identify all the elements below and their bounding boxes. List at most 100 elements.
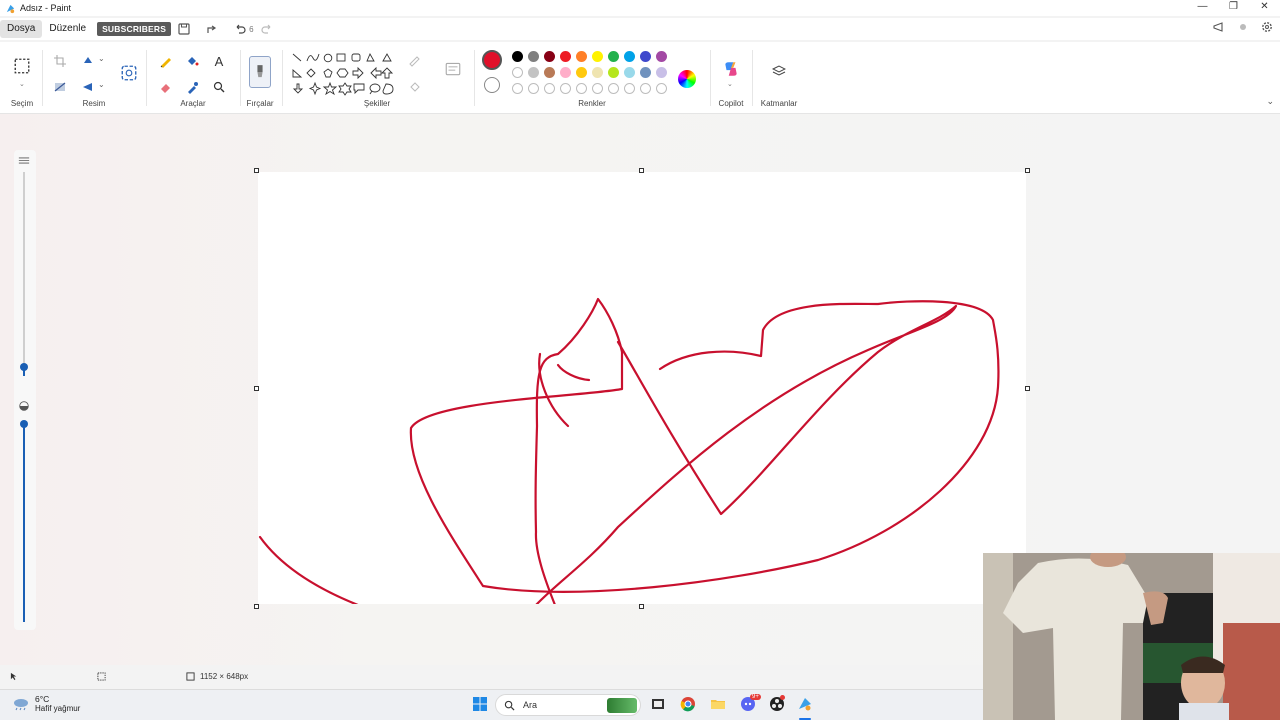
color-swatch[interactable]	[640, 67, 651, 78]
color-swatch[interactable]	[576, 51, 587, 62]
resize-handle-top-right[interactable]	[1025, 168, 1030, 173]
shape-outline-tool[interactable]	[406, 52, 424, 70]
minimize-button[interactable]: —	[1187, 0, 1218, 16]
opacity-slider-thumb[interactable]	[20, 420, 28, 428]
color-swatch[interactable]	[592, 51, 603, 62]
window-title: Adsız - Paint	[20, 3, 72, 13]
size-slider-thumb[interactable]	[20, 363, 28, 371]
resize-tool[interactable]	[51, 78, 69, 96]
primary-color-swatch[interactable]	[482, 50, 502, 70]
image-group: ⌄ ⌄ Resim	[46, 48, 142, 112]
weather-desc: Hafif yağmur	[35, 704, 81, 713]
color-swatch[interactable]	[560, 51, 571, 62]
color-swatch[interactable]	[512, 67, 523, 78]
menu-bar: Dosya Düzenle SUBSCRIBERS 6	[0, 18, 1280, 40]
paint-app-icon	[6, 4, 15, 13]
shape-fill-tool[interactable]	[406, 78, 424, 96]
account-icon[interactable]	[1236, 20, 1250, 34]
custom-color-slot[interactable]	[592, 83, 603, 94]
drawing-canvas[interactable]	[258, 172, 1026, 604]
custom-color-slot[interactable]	[608, 83, 619, 94]
resize-handle-top[interactable]	[639, 168, 644, 173]
size-slider-track[interactable]	[23, 172, 25, 368]
color-swatch[interactable]	[640, 51, 651, 62]
file-explorer-icon[interactable]	[710, 696, 726, 712]
weather-widget[interactable]: 6°C Hafif yağmur	[12, 694, 80, 713]
color-swatch[interactable]	[656, 67, 667, 78]
magnifier-tool[interactable]	[210, 78, 228, 96]
custom-color-slot[interactable]	[624, 83, 635, 94]
layers-group: Katmanlar	[756, 48, 802, 112]
custom-color-slot[interactable]	[656, 83, 667, 94]
resize-handle-left[interactable]	[254, 386, 259, 391]
custom-color-slot[interactable]	[640, 83, 651, 94]
custom-color-slot[interactable]	[576, 83, 587, 94]
windows-start-icon[interactable]	[472, 696, 488, 712]
color-swatch[interactable]	[608, 67, 619, 78]
chrome-icon[interactable]	[680, 696, 696, 712]
resize-handle-bottom[interactable]	[639, 604, 644, 609]
color-swatch[interactable]	[544, 67, 555, 78]
chevron-down-icon[interactable]: ⌄	[98, 54, 105, 63]
pencil-tool[interactable]	[157, 52, 175, 70]
opacity-slider-track[interactable]	[23, 424, 25, 622]
chevron-down-icon[interactable]: ⌄	[98, 80, 105, 89]
color-swatch[interactable]	[656, 51, 667, 62]
flip-tool[interactable]	[79, 78, 97, 96]
color-swatch[interactable]	[528, 51, 539, 62]
select-tool[interactable]	[12, 56, 32, 76]
menu-edit[interactable]: Düzenle	[42, 20, 93, 38]
brush-tool[interactable]	[249, 56, 271, 88]
secondary-color-swatch[interactable]	[484, 77, 500, 93]
color-swatch[interactable]	[560, 67, 571, 78]
group-label-image: Resim	[82, 99, 106, 108]
divider	[710, 50, 711, 106]
color-swatch[interactable]	[528, 67, 539, 78]
fill-tool[interactable]	[183, 52, 201, 70]
search-highlight-image	[607, 698, 637, 713]
group-label-shapes: Şekiller	[363, 99, 391, 108]
color-swatch[interactable]	[608, 51, 619, 62]
announcement-icon[interactable]	[1212, 20, 1226, 34]
copilot-button[interactable]	[720, 58, 742, 80]
crop-tool[interactable]	[51, 52, 69, 70]
taskbar-search[interactable]: Ara	[495, 694, 641, 716]
color-swatch[interactable]	[512, 51, 523, 62]
collapse-ribbon-chevron-icon[interactable]: ⌄	[1266, 96, 1274, 107]
rotate-tool[interactable]	[79, 52, 97, 70]
resize-handle-bottom-left[interactable]	[254, 604, 259, 609]
close-button[interactable]: ✕	[1249, 0, 1280, 16]
settings-gear-icon[interactable]	[1260, 20, 1274, 34]
custom-color-slot[interactable]	[528, 83, 539, 94]
eraser-tool[interactable]	[157, 78, 175, 96]
chevron-down-icon[interactable]: ⌄	[727, 80, 733, 88]
chevron-down-icon[interactable]: ⌄	[19, 80, 25, 88]
share-icon[interactable]	[205, 22, 219, 36]
layers-button[interactable]	[770, 62, 788, 80]
resize-handle-right[interactable]	[1025, 386, 1030, 391]
custom-color-slot[interactable]	[560, 83, 571, 94]
color-swatch[interactable]	[544, 51, 555, 62]
color-swatch[interactable]	[576, 67, 587, 78]
shape-style-tool[interactable]	[442, 58, 464, 80]
color-swatch[interactable]	[624, 67, 635, 78]
image-background-tool[interactable]	[118, 62, 140, 84]
color-picker-tool[interactable]	[183, 78, 201, 96]
menu-file[interactable]: Dosya	[0, 20, 43, 38]
paint-taskbar-icon[interactable]	[797, 696, 813, 712]
undo-icon[interactable]	[233, 22, 247, 36]
selection-group: ⌄ Seçim	[4, 48, 40, 112]
edit-colors-button[interactable]	[678, 70, 696, 88]
rotate-icon	[84, 57, 92, 63]
text-tool[interactable]: A	[210, 52, 228, 70]
task-view-icon[interactable]	[650, 696, 666, 712]
resize-handle-top-left[interactable]	[254, 168, 259, 173]
color-swatch[interactable]	[624, 51, 635, 62]
custom-color-slot[interactable]	[544, 83, 555, 94]
custom-color-slot[interactable]	[512, 83, 523, 94]
restore-button[interactable]: ❐	[1218, 0, 1249, 16]
color-swatch[interactable]	[592, 67, 603, 78]
redo-icon[interactable]	[260, 22, 274, 36]
shapes-gallery[interactable]	[290, 50, 400, 100]
save-icon[interactable]	[177, 22, 191, 36]
